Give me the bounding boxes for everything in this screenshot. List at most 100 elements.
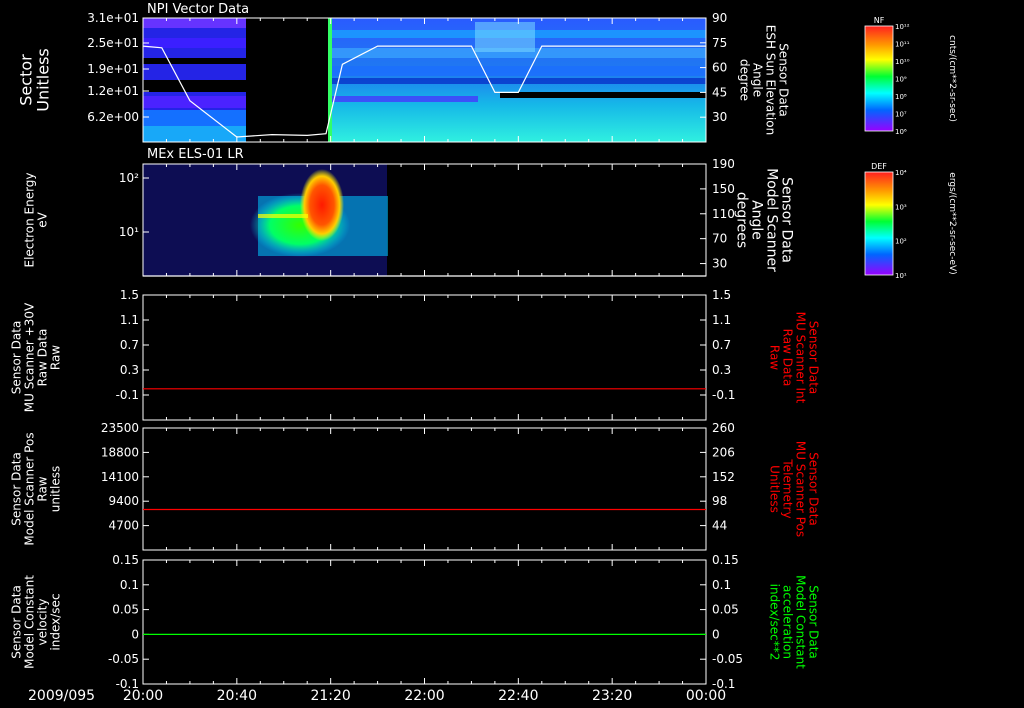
y-axis-label-right: Angle (749, 200, 765, 240)
y-tick-label-left: 18800 (101, 445, 139, 459)
time-tick-label: 20:40 (217, 688, 257, 704)
y-axis-label-left: Unitless (34, 48, 53, 112)
panel-frame-4 (142, 559, 707, 685)
colorbar-tick-label: 10⁷ (895, 111, 907, 119)
y-tick-label-left: 1.5 (120, 288, 139, 302)
time-tick-label: 23:20 (592, 688, 632, 704)
panel-frame-3 (142, 427, 707, 551)
y-tick-label-left: 10² (119, 171, 139, 185)
y-tick-label-right: 150 (712, 182, 735, 196)
y-tick-label-right: 75 (712, 36, 727, 50)
y-tick-label-left: 1.2e+01 (87, 84, 139, 98)
y-tick-label-left: 23500 (101, 421, 139, 435)
colorbar-tick-label: 10¹⁰ (895, 58, 910, 66)
y-tick-label-left: 1.9e+01 (87, 62, 139, 76)
colorbar-tick-label: 10⁴ (895, 169, 907, 177)
panel-frame-2 (142, 294, 707, 421)
y-tick-label-left: 2.5e+01 (87, 36, 139, 50)
y-tick-label-left: 6.2e+00 (87, 110, 139, 124)
y-tick-label-left: 0.3 (120, 363, 139, 377)
time-tick-label: 21:20 (310, 688, 350, 704)
y-axis-label-left: Sensor Data (10, 452, 24, 526)
colorbar-tick-label: 10² (895, 238, 907, 246)
y-tick-label-right: 1.1 (712, 313, 731, 327)
y-tick-label-left: 0.15 (112, 553, 139, 567)
y-tick-label-left: 3.1e+01 (87, 11, 139, 25)
y-tick-label-left: 0.1 (120, 578, 139, 592)
y-axis-label-right: Sensor Data (807, 452, 821, 526)
y-tick-label-right: 30 (712, 257, 727, 271)
date-label: 2009/095 (28, 688, 95, 704)
y-axis-label-left: Model Constant (23, 575, 37, 669)
y-axis-label-right: MU Scanner Pos (794, 441, 808, 537)
y-axis-label-right: Model Constant (794, 575, 808, 669)
y-axis-label-left: Sensor Data (10, 321, 24, 395)
y-axis-label-right: Sensor Data (807, 321, 821, 395)
time-tick-label: 20:00 (123, 688, 163, 704)
time-tick-label: 22:00 (404, 688, 444, 704)
y-axis-label-right: acceleration (781, 585, 795, 659)
y-axis-label-right: degrees (734, 192, 750, 248)
y-axis-label-left: MU Scanner +30V (23, 302, 37, 412)
y-axis-label-right: Sensor Data (779, 177, 795, 263)
y-tick-label-right: 44 (712, 519, 727, 533)
y-axis-label-left: Raw (36, 476, 50, 501)
y-tick-label-left: -0.1 (116, 388, 139, 402)
y-axis-label-right: Sensor Data (777, 43, 791, 117)
y-tick-label-right: 0.3 (712, 363, 731, 377)
time-tick-label: 00:00 (686, 688, 726, 704)
y-tick-label-left: 4700 (108, 519, 139, 533)
y-axis-label-right: Raw (768, 345, 782, 370)
els-spectrogram (143, 164, 388, 276)
colorbar-tick-label: 10⁸ (895, 93, 907, 101)
y-tick-label-left: 0 (131, 627, 139, 641)
colorbar-legends: NF 10¹² 10¹¹ 10¹⁰ 10⁹ 10⁸ 10⁷ 10⁶ cnts/(cm**2-sr… (864, 16, 957, 280)
y-axis-label-right: degree (738, 59, 752, 101)
y-tick-label-left: 9400 (108, 494, 139, 508)
colorbar-tick-label: 10¹² (895, 23, 910, 31)
y-axis-label-left: index/sec (49, 593, 63, 650)
y-tick-label-right: -0.05 (712, 652, 743, 666)
y-tick-label-right: 0 (712, 627, 720, 641)
y-tick-label-left: 0.7 (120, 338, 139, 352)
y-tick-label-right: 110 (712, 207, 735, 221)
colorbar-tick-label: 10¹ (895, 272, 907, 280)
colorbar-title: NF (874, 16, 885, 25)
y-axis-label-right: Telemetry (781, 458, 795, 518)
y-tick-label-right: 0.1 (712, 578, 731, 592)
y-axis-label-left: velocity (36, 599, 50, 646)
y-axis-label-left: eV (36, 211, 50, 227)
y-tick-label-right: 90 (712, 11, 727, 25)
y-tick-label-right: -0.1 (712, 388, 735, 402)
npi-heatmap (143, 18, 706, 142)
y-axis-label-left: Model Scanner Pos (23, 432, 37, 545)
colorbar-gradient (865, 172, 893, 275)
y-axis-label-right: Unitless (768, 465, 782, 513)
y-axis-label-right: index/sec**2 (768, 584, 782, 661)
y-tick-label-right: 0.15 (712, 553, 739, 567)
y-tick-label-right: 152 (712, 470, 735, 484)
y-tick-label-left: 1.1 (120, 313, 139, 327)
colorbar-tick-label: 10¹¹ (895, 41, 910, 49)
y-tick-label-right: 206 (712, 445, 735, 459)
y-tick-label-left: 14100 (101, 470, 139, 484)
colorbar-tick-label: 10⁶ (895, 128, 907, 136)
y-axis-label-right: Sensor Data (807, 585, 821, 659)
y-tick-label-right: 30 (712, 110, 727, 124)
y-axis-label-right: Model Scanner (764, 168, 780, 272)
npi-panel-title: NPI Vector Data (147, 2, 249, 17)
y-axis-label-right: Raw Data (781, 329, 795, 387)
y-axis-label-left: Electron Energy (23, 172, 37, 267)
y-axis-label-right: MU Scanner Int (794, 312, 808, 404)
y-tick-label-left: 0.05 (112, 603, 139, 617)
colorbar-unit: cnts/(cm**2-sr-sec) (947, 35, 957, 122)
colorbar-tick-label: 10³ (895, 203, 907, 211)
y-tick-label-right: 98 (712, 494, 727, 508)
y-tick-label-left: 10¹ (119, 225, 139, 239)
y-tick-label-right: 45 (712, 85, 727, 99)
y-tick-label-left: -0.05 (108, 652, 139, 666)
y-axis-label-left: Sensor Data (10, 585, 24, 659)
time-tick-label: 22:40 (498, 688, 538, 704)
plot-canvas: 3.1e+01 2.5e+01 1.9e+01 1.2e+01 6.2e+00 90 75 6… (10, 2, 958, 704)
y-tick-label-right: 0.7 (712, 338, 731, 352)
